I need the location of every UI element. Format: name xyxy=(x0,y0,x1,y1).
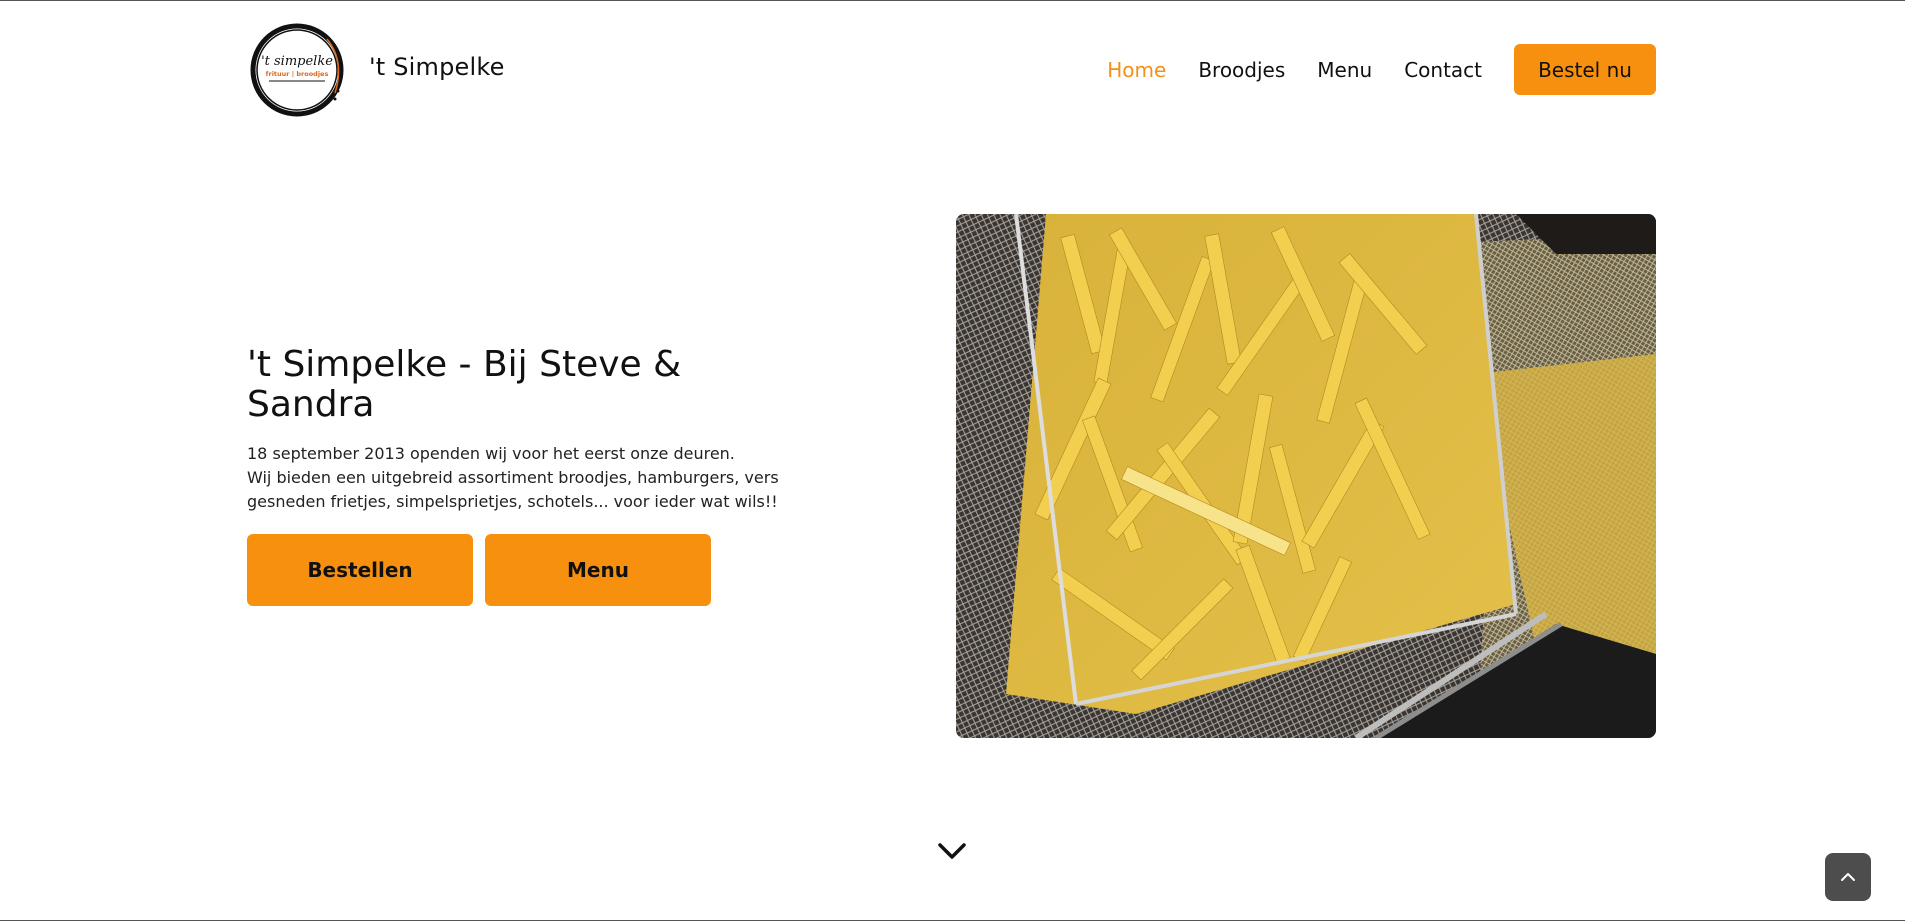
chevron-down-icon[interactable] xyxy=(937,840,967,862)
back-to-top-button[interactable] xyxy=(1825,853,1871,901)
order-now-button[interactable]: Bestel nu xyxy=(1514,44,1656,95)
hero-description-line-2: Wij bieden een uitgebreid assortiment br… xyxy=(247,468,779,511)
nav-item-menu[interactable]: Menu xyxy=(1317,58,1372,82)
hero-image-fries xyxy=(956,214,1656,738)
nav-item-contact[interactable]: Contact xyxy=(1404,58,1482,82)
svg-text:'t simpelke: 't simpelke xyxy=(261,54,333,69)
chevron-up-icon xyxy=(1840,868,1856,887)
hero-description-line-1: 18 september 2013 openden wij voor het e… xyxy=(247,444,735,463)
brand-name[interactable]: 't Simpelke xyxy=(369,53,505,81)
logo[interactable]: 't simpelke frituur | broodjes xyxy=(247,21,349,119)
nav-item-home[interactable]: Home xyxy=(1107,58,1166,82)
svg-text:frituur | broodjes: frituur | broodjes xyxy=(266,70,329,79)
hero-description: 18 september 2013 openden wij voor het e… xyxy=(247,442,807,514)
main-nav: Home Broodjes Menu Contact Bestel nu xyxy=(1075,44,1656,95)
nav-item-broodjes[interactable]: Broodjes xyxy=(1198,58,1285,82)
site-header: 't simpelke frituur | broodjes 't Simpel… xyxy=(247,19,1656,121)
hero-buttons: Bestellen Menu xyxy=(247,534,711,606)
order-button[interactable]: Bestellen xyxy=(247,534,473,606)
hero-title: 't Simpelke - Bij Steve & Sandra xyxy=(247,344,682,425)
menu-button[interactable]: Menu xyxy=(485,534,711,606)
